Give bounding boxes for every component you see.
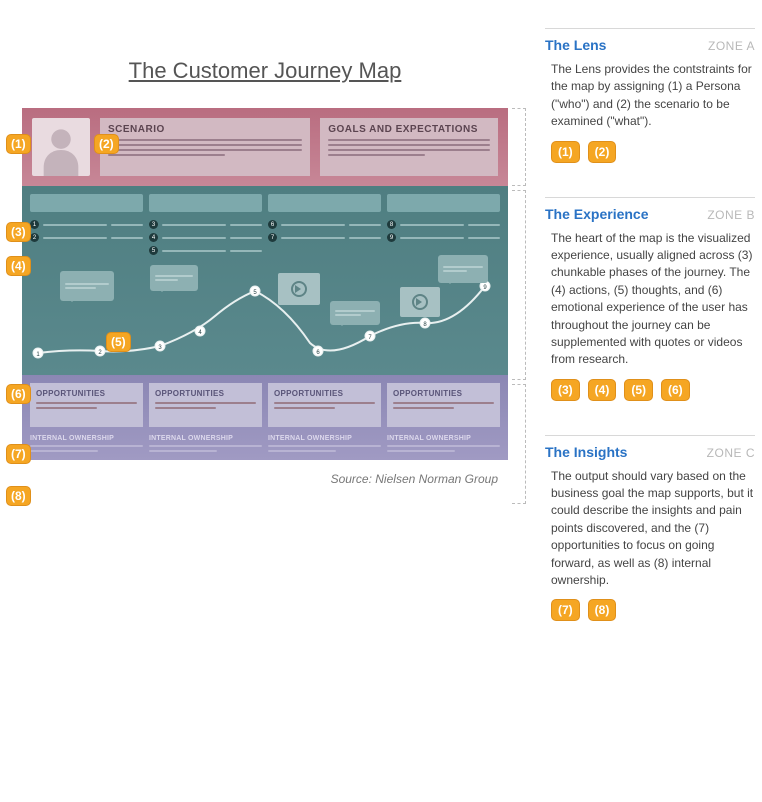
marker-8: (8) [6, 486, 31, 506]
marker-5: (5) [106, 332, 131, 352]
scenario-box: SCENARIO [100, 118, 310, 176]
zone-label: ZONE A [708, 39, 755, 53]
zone-chips: (1) (2) [545, 141, 755, 163]
zone-title: The Insights [545, 444, 627, 460]
play-icon [291, 281, 307, 297]
ref-chip: (8) [588, 599, 617, 621]
person-icon [39, 124, 83, 176]
zone-description: The output should vary based on the busi… [545, 468, 755, 590]
quote-bubble [438, 255, 488, 283]
ref-chip: (7) [551, 599, 580, 621]
diagram-canvas: The Customer Journey Map (1) (2) (3) (4)… [0, 0, 530, 486]
video-thumb [400, 287, 440, 317]
ref-chip: (1) [551, 141, 580, 163]
phase-block [149, 194, 262, 212]
phases-row [30, 194, 500, 212]
actions-row: 1 2 3 4 5 6 7 8 9 [30, 220, 500, 255]
insights-section: OPPORTUNITIES OPPORTUNITIES OPPORTUNITIE… [22, 375, 508, 460]
opportunity-cell: OPPORTUNITIES [30, 383, 143, 427]
ownership-row: INTERNAL OWNERSHIP INTERNAL OWNERSHIP IN… [30, 435, 500, 452]
action-number: 4 [149, 233, 158, 242]
zone-label: ZONE B [707, 208, 755, 222]
ref-chip: (6) [661, 379, 690, 401]
opportunity-cell: OPPORTUNITIES [268, 383, 381, 427]
goals-label: GOALS AND EXPECTATIONS [328, 124, 490, 135]
zone-description: The Lens provides the contstraints for t… [545, 61, 755, 131]
scenario-label: SCENARIO [108, 124, 302, 135]
ownership-cell: INTERNAL OWNERSHIP [268, 435, 381, 452]
ownership-cell: INTERNAL OWNERSHIP [30, 435, 143, 452]
zone-a: The Lens ZONE A The Lens provides the con… [545, 28, 755, 181]
experience-section: 1 2 3 4 5 6 7 8 9 [22, 186, 508, 375]
action-number: 3 [149, 220, 158, 229]
journey-map: SCENARIO GOALS AND EXPECTATIONS [22, 108, 508, 460]
action-number: 6 [268, 220, 277, 229]
opportunities-row: OPPORTUNITIES OPPORTUNITIES OPPORTUNITIE… [30, 383, 500, 427]
ref-chip: (2) [588, 141, 617, 163]
opportunity-cell: OPPORTUNITIES [387, 383, 500, 427]
zone-description: The heart of the map is the visualized e… [545, 230, 755, 369]
zone-label: ZONE C [707, 446, 755, 460]
ownership-cell: INTERNAL OWNERSHIP [387, 435, 500, 452]
ref-chip: (4) [588, 379, 617, 401]
play-icon [412, 294, 428, 310]
placeholder-lines [328, 139, 490, 156]
action-number: 5 [149, 246, 158, 255]
marker-4: (4) [6, 256, 31, 276]
phase-block [387, 194, 500, 212]
ref-chip: (3) [551, 379, 580, 401]
opportunity-cell: OPPORTUNITIES [149, 383, 262, 427]
zone-bracket-b [512, 190, 526, 380]
zone-bracket-c [512, 384, 526, 504]
zone-chips: (3) (4) (5) (6) [545, 379, 755, 401]
zone-chips: (7) (8) [545, 599, 755, 621]
marker-1: (1) [6, 134, 31, 154]
diagram-title: The Customer Journey Map [12, 58, 518, 84]
zone-c: The Insights ZONE C The output should var… [545, 435, 755, 640]
persona-avatar [32, 118, 90, 176]
action-number: 8 [387, 220, 396, 229]
source-text: Source: Nielsen Norman Group [12, 472, 498, 486]
marker-7: (7) [6, 444, 31, 464]
quote-bubble [330, 301, 380, 325]
marker-2: (2) [94, 134, 119, 154]
zone-b: The Experience ZONE B The heart of the ma… [545, 197, 755, 419]
action-number: 9 [387, 233, 396, 242]
goals-box: GOALS AND EXPECTATIONS [320, 118, 498, 176]
zone-title: The Lens [545, 37, 606, 53]
thoughts-emotion-row: 1 2 3 4 5 6 7 8 9 [30, 261, 500, 371]
quote-bubble [150, 265, 198, 291]
action-number: 2 [30, 233, 39, 242]
phase-block [268, 194, 381, 212]
video-thumb [278, 273, 320, 305]
action-number: 1 [30, 220, 39, 229]
action-number: 7 [268, 233, 277, 242]
ownership-cell: INTERNAL OWNERSHIP [149, 435, 262, 452]
zone-title: The Experience [545, 206, 649, 222]
phase-block [30, 194, 143, 212]
marker-6: (6) [6, 384, 31, 404]
zone-bracket-a [512, 108, 526, 186]
quote-bubble [60, 271, 114, 301]
marker-3: (3) [6, 222, 31, 242]
ref-chip: (5) [624, 379, 653, 401]
placeholder-lines [108, 139, 302, 156]
zones-sidebar: The Lens ZONE A The Lens provides the con… [545, 28, 755, 639]
